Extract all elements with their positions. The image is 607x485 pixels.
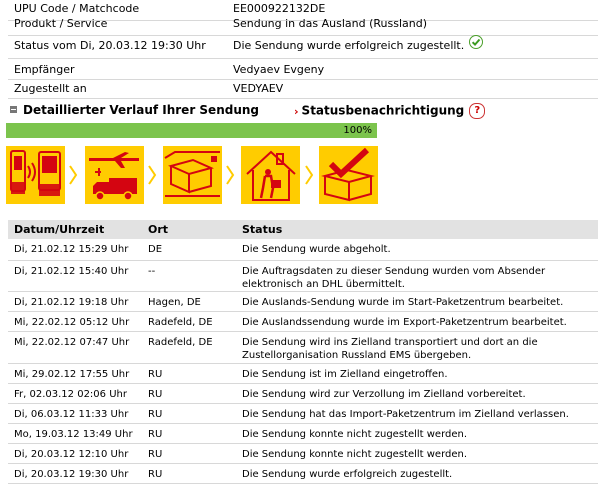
cell-status: Die Auftragsdaten zu dieser Sendung wurd… xyxy=(242,266,546,290)
table-row: Fr, 02.03.12 02:06 Uhr RU Die Sendung wi… xyxy=(8,384,598,404)
cell-place: Hagen, DE xyxy=(148,297,201,308)
table-row: Mi, 22.02.12 07:47 Uhr Radefeld, DE Die … xyxy=(8,332,598,364)
collapse-icon xyxy=(10,106,17,113)
notify-title: Statusbenachrichtigung xyxy=(301,103,465,118)
cell-place: RU xyxy=(148,469,163,480)
cell-date: Mi, 29.02.12 17:55 Uhr xyxy=(14,369,130,380)
status-text: Die Sendung wurde erfolgreich zugestellt… xyxy=(233,39,465,52)
cell-place: RU xyxy=(148,429,163,440)
chevron-right-icon xyxy=(69,165,78,185)
arrow-right-icon: › xyxy=(294,104,299,118)
info-row-status: Status vom Di, 20.03.12 19:30 Uhr Die Se… xyxy=(0,35,600,57)
cell-place: Radefeld, DE xyxy=(148,337,213,348)
check-circle-icon xyxy=(469,35,484,57)
cell-place: RU xyxy=(148,409,163,420)
cell-status: Die Sendung konnte nicht zugestellt werd… xyxy=(242,449,468,460)
cell-status: Die Sendung wird ins Zielland transporti… xyxy=(242,337,538,361)
divider xyxy=(8,98,598,99)
cell-date: Mi, 22.02.12 07:47 Uhr xyxy=(14,337,130,348)
table-row: Di, 20.03.12 12:10 Uhr RU Die Sendung ko… xyxy=(8,444,598,464)
chevron-right-icon xyxy=(148,165,157,185)
table-row: Mi, 22.02.12 05:12 Uhr Radefeld, DE Die … xyxy=(8,312,598,332)
table-header: Datum/Uhrzeit Ort Status xyxy=(8,220,598,239)
cell-place: RU xyxy=(148,369,163,380)
table-row: Di, 06.03.12 11:33 Uhr RU Die Sendung ha… xyxy=(8,404,598,424)
package-scan-icon xyxy=(6,146,65,204)
cell-date: Di, 06.03.12 11:33 Uhr xyxy=(14,409,129,420)
info-label: Produkt / Service xyxy=(14,17,108,30)
table-row: Mo, 19.03.12 13:49 Uhr RU Die Sendung ko… xyxy=(8,424,598,444)
cell-status: Die Auslands-Sendung wurde im Start-Pake… xyxy=(242,297,564,308)
info-value: VEDYAEV xyxy=(233,82,284,95)
history-toggle[interactable]: Detaillierter Verlauf Ihrer Sendung xyxy=(10,103,259,117)
help-icon[interactable]: ? xyxy=(469,103,486,119)
info-row-delivered: Zugestellt an VEDYAEV xyxy=(0,78,600,100)
table-row: Di, 21.02.12 19:18 Uhr Hagen, DE Die Aus… xyxy=(8,292,598,312)
table-row: Di, 20.03.12 19:30 Uhr RU Die Sendung wu… xyxy=(8,464,598,484)
cell-status: Die Auslandssendung wurde im Export-Pake… xyxy=(242,317,567,328)
cell-place: Radefeld, DE xyxy=(148,317,213,328)
cell-date: Fr, 02.03.12 02:06 Uhr xyxy=(14,389,127,400)
info-row-product: Produkt / Service Sendung in das Ausland… xyxy=(0,13,600,35)
cell-date: Mo, 19.03.12 13:49 Uhr xyxy=(14,429,133,440)
cell-date: Di, 20.03.12 19:30 Uhr xyxy=(14,469,129,480)
chevron-right-icon xyxy=(305,165,314,185)
cell-status: Die Sendung konnte nicht zugestellt werd… xyxy=(242,429,468,440)
history-title: Detaillierter Verlauf Ihrer Sendung xyxy=(23,103,260,117)
column-header-date: Datum/Uhrzeit xyxy=(14,223,105,236)
cell-status: Die Sendung wurde erfolgreich zugestellt… xyxy=(242,469,453,480)
info-label: Zugestellt an xyxy=(14,82,87,95)
cell-place: RU xyxy=(148,389,163,400)
info-value: Die Sendung wurde erfolgreich zugestellt… xyxy=(233,35,484,57)
delivery-house-icon xyxy=(241,146,300,204)
cell-date: Di, 20.03.12 12:10 Uhr xyxy=(14,449,129,460)
progress-bar: 100% xyxy=(6,123,377,138)
cell-status: Die Sendung hat das Import-Paketzentrum … xyxy=(242,409,569,420)
table-row: Di, 21.02.12 15:40 Uhr -- Die Auftragsda… xyxy=(8,261,598,292)
plane-truck-icon xyxy=(85,146,144,204)
cell-place: DE xyxy=(148,244,163,255)
cell-date: Di, 21.02.12 19:18 Uhr xyxy=(14,297,129,308)
cell-place: RU xyxy=(148,449,163,460)
cell-place: -- xyxy=(148,266,156,277)
progress-label: 100% xyxy=(343,125,372,136)
table-row: Di, 21.02.12 15:29 Uhr DE Die Sendung wu… xyxy=(8,239,598,261)
package-conveyor-icon xyxy=(163,146,222,204)
info-label: Status vom Di, 20.03.12 19:30 Uhr xyxy=(14,39,206,52)
progress-fill xyxy=(6,123,377,138)
table-row: Mi, 29.02.12 17:55 Uhr RU Die Sendung is… xyxy=(8,364,598,384)
package-checkmark-icon xyxy=(319,146,378,204)
column-header-status: Status xyxy=(242,223,283,236)
chevron-right-icon xyxy=(226,165,235,185)
status-notification-link[interactable]: › Statusbenachrichtigung? xyxy=(294,103,486,119)
cell-status: Die Sendung ist im Zielland eingetroffen… xyxy=(242,369,448,380)
info-value: Sendung in das Ausland (Russland) xyxy=(233,17,427,30)
cell-date: Di, 21.02.12 15:29 Uhr xyxy=(14,244,129,255)
cell-status: Die Sendung wurde abgeholt. xyxy=(242,244,391,255)
column-header-place: Ort xyxy=(148,223,169,236)
cell-date: Di, 21.02.12 15:40 Uhr xyxy=(14,266,129,277)
cell-status: Die Sendung wird zur Verzollung im Ziell… xyxy=(242,389,526,400)
cell-date: Mi, 22.02.12 05:12 Uhr xyxy=(14,317,130,328)
